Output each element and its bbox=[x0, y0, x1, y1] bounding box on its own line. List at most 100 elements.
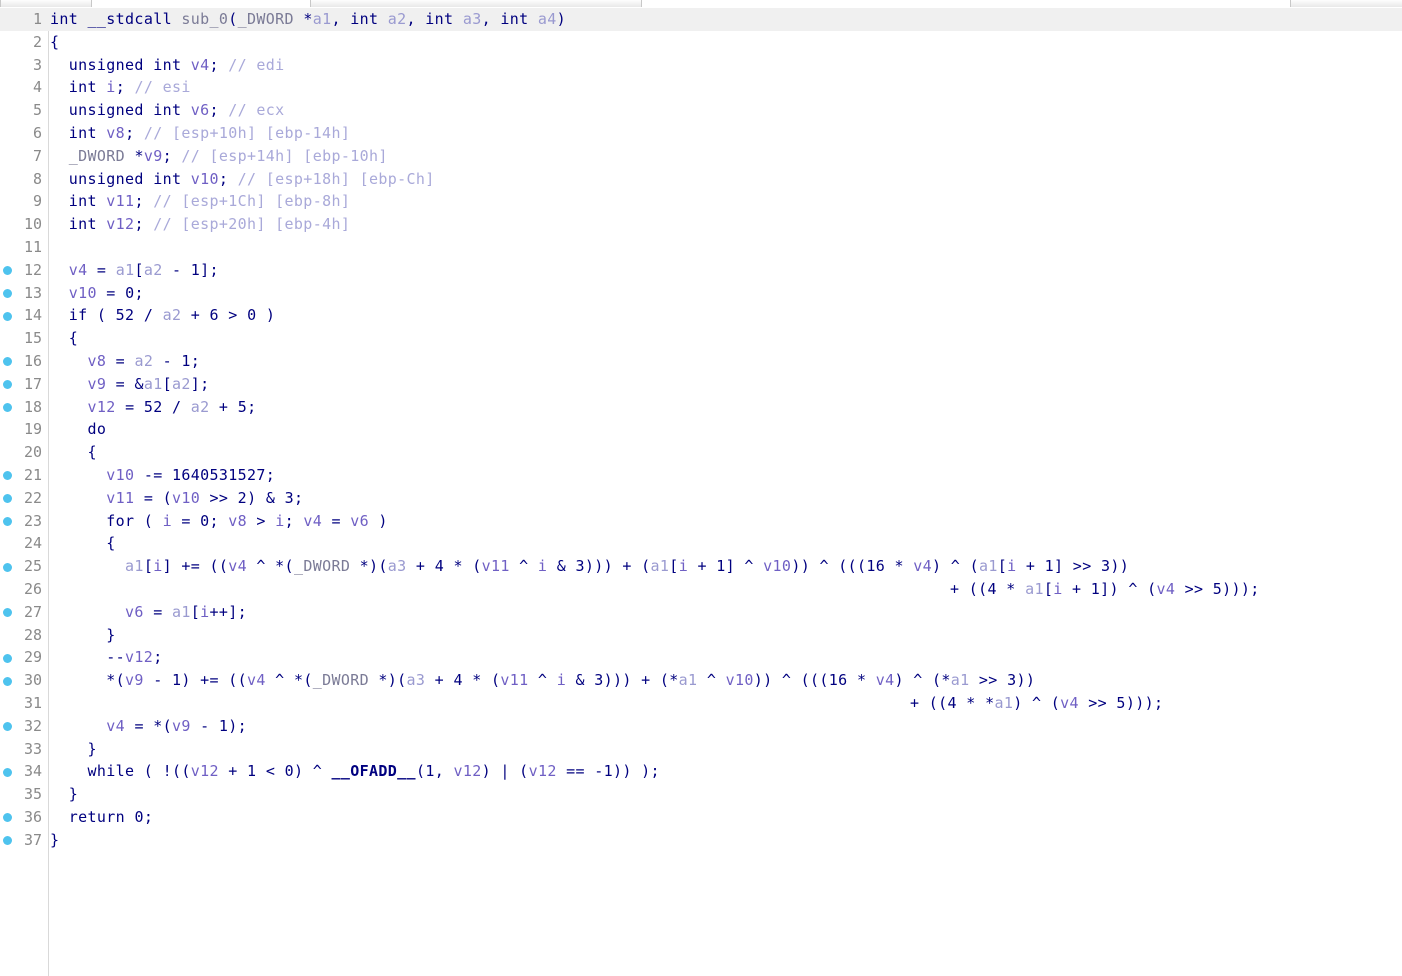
splitter-segment-2[interactable] bbox=[1290, 0, 1402, 7]
token-pun bbox=[50, 489, 106, 507]
line-text[interactable]: int i; // esi bbox=[50, 76, 191, 99]
line-text[interactable]: int v8; // [esp+10h] [ebp-14h] bbox=[50, 122, 350, 145]
token-pun: >> bbox=[1078, 693, 1117, 712]
token-pun: ]) ^ ( bbox=[1100, 579, 1157, 598]
line-text[interactable]: { bbox=[50, 31, 59, 54]
line-text[interactable]: unsigned int v6; // ecx bbox=[50, 99, 285, 122]
line-text[interactable]: return 0; bbox=[50, 806, 153, 829]
code-line[interactable]: 32 v4 = *(v9 - 1); bbox=[0, 715, 1402, 738]
token-pun: ; bbox=[284, 511, 304, 530]
code-lines-container[interactable]: 1 int __stdcall sub_0(_DWORD *a1, int a2,… bbox=[0, 8, 1402, 851]
line-text[interactable]: while ( !((v12 + 1 < 0) ^ __OFADD__(1, v… bbox=[50, 760, 660, 783]
code-line[interactable]: 21 v10 -= 1640531527; bbox=[0, 464, 1402, 487]
code-line[interactable]: 25 a1[i] += ((v4 ^ *(_DWORD *)(a3 + 4 * … bbox=[0, 555, 1402, 578]
line-text[interactable]: do bbox=[50, 418, 106, 441]
code-line[interactable]: 35 } bbox=[0, 783, 1402, 806]
line-text[interactable]: } bbox=[50, 829, 59, 852]
code-line[interactable]: 17 v9 = &a1[a2]; bbox=[0, 373, 1402, 396]
code-line[interactable]: 4 int i; // esi bbox=[0, 76, 1402, 99]
code-line[interactable]: 11 bbox=[0, 236, 1402, 259]
token-kw: do bbox=[50, 420, 107, 439]
line-text[interactable]: _DWORD *v9; // [esp+14h] [ebp-10h] bbox=[50, 145, 388, 168]
line-text[interactable]: + ((4 * *a1) ^ (v4 >> 5))); bbox=[910, 692, 1163, 715]
token-kw: int bbox=[50, 78, 107, 97]
line-text[interactable]: unsigned int v10; // [esp+18h] [ebp-Ch] bbox=[50, 168, 435, 191]
code-line[interactable]: 15 { bbox=[0, 327, 1402, 350]
line-text[interactable]: for ( i = 0; v8 > i; v4 = v6 ) bbox=[50, 510, 388, 533]
code-line[interactable]: 24 { bbox=[0, 532, 1402, 555]
line-text[interactable]: int v12; // [esp+20h] [ebp-4h] bbox=[50, 213, 350, 236]
line-text[interactable]: v6 = a1[i++]; bbox=[50, 601, 247, 624]
token-lvar: v10 bbox=[106, 465, 135, 484]
token-kw: int bbox=[425, 10, 463, 28]
token-pun: = ( bbox=[134, 488, 172, 507]
line-text[interactable]: v10 -= 1640531527; bbox=[50, 464, 275, 487]
line-text[interactable]: int __stdcall sub_0(_DWORD *a1, int a2, … bbox=[50, 8, 567, 31]
code-line[interactable]: 27 v6 = a1[i++]; bbox=[0, 601, 1402, 624]
code-line[interactable]: 29 --v12; bbox=[0, 646, 1402, 669]
token-num: 4 bbox=[453, 671, 463, 690]
code-line[interactable]: 18 v12 = 52 / a2 + 5; bbox=[0, 396, 1402, 419]
line-text[interactable]: v11 = (v10 >> 2) & 3; bbox=[50, 487, 303, 510]
code-line[interactable]: 6 int v8; // [esp+10h] [ebp-14h] bbox=[0, 122, 1402, 145]
code-line[interactable]: 36 return 0; bbox=[0, 806, 1402, 829]
code-line[interactable]: 33 } bbox=[0, 738, 1402, 761]
code-line[interactable]: 1 int __stdcall sub_0(_DWORD *a1, int a2,… bbox=[0, 8, 1402, 31]
token-pun bbox=[50, 603, 125, 621]
line-text[interactable]: v4 = *(v9 - 1); bbox=[50, 715, 247, 738]
code-line[interactable]: 5 unsigned int v6; // ecx bbox=[0, 99, 1402, 122]
code-line[interactable]: 30 *(v9 - 1) += ((v4 ^ *(_DWORD *)(a3 + … bbox=[0, 669, 1402, 692]
token-pun: ) += (( bbox=[181, 671, 248, 690]
line-text[interactable]: { bbox=[50, 327, 78, 350]
code-line[interactable]: 19 do bbox=[0, 418, 1402, 441]
token-lvar: i bbox=[200, 602, 210, 621]
line-text[interactable]: v12 = 52 / a2 + 5; bbox=[50, 396, 257, 419]
code-line[interactable]: 22 v11 = (v10 >> 2) & 3; bbox=[0, 487, 1402, 510]
code-line[interactable]: 14 if ( 52 / a2 + 6 > 0 ) bbox=[0, 304, 1402, 327]
line-text[interactable]: int v11; // [esp+1Ch] [ebp-8h] bbox=[50, 190, 350, 213]
code-line[interactable]: 7 _DWORD *v9; // [esp+14h] [ebp-10h] bbox=[0, 145, 1402, 168]
code-line[interactable]: 2{ bbox=[0, 31, 1402, 54]
token-pun: -= bbox=[134, 465, 172, 484]
code-line[interactable]: 13 v10 = 0; bbox=[0, 282, 1402, 305]
line-text[interactable]: v8 = a2 - 1; bbox=[50, 350, 200, 373]
splitter-segment-1[interactable] bbox=[310, 0, 642, 7]
line-text[interactable]: } bbox=[50, 738, 97, 761]
line-text[interactable]: + ((4 * a1[i + 1]) ^ (v4 >> 5))); bbox=[950, 578, 1260, 601]
token-lvar: i bbox=[556, 671, 567, 690]
code-line[interactable]: 12 v4 = a1[a2 - 1]; bbox=[0, 259, 1402, 282]
token-num: 0 bbox=[200, 511, 210, 530]
line-text[interactable]: unsigned int v4; // edi bbox=[50, 54, 285, 77]
line-text[interactable]: v9 = &a1[a2]; bbox=[50, 373, 210, 396]
token-pun: * bbox=[996, 579, 1026, 598]
code-line[interactable]: 9 int v11; // [esp+1Ch] [ebp-8h] bbox=[0, 190, 1402, 213]
line-text[interactable]: *(v9 - 1) += ((v4 ^ *(_DWORD *)(a3 + 4 *… bbox=[50, 669, 1035, 692]
code-line[interactable]: 28 } bbox=[0, 624, 1402, 647]
line-text[interactable]: if ( 52 / a2 + 6 > 0 ) bbox=[50, 304, 275, 327]
line-text[interactable]: } bbox=[50, 783, 78, 806]
code-line[interactable]: 37} bbox=[0, 829, 1402, 852]
line-text[interactable]: } bbox=[50, 624, 116, 647]
code-line[interactable]: 26 + ((4 * a1[i + 1]) ^ (v4 >> 5))); bbox=[0, 578, 1402, 601]
code-line[interactable]: 20 { bbox=[0, 441, 1402, 464]
code-line[interactable]: 10 int v12; // [esp+20h] [ebp-4h] bbox=[0, 213, 1402, 236]
code-line[interactable]: 31 + ((4 * *a1) ^ (v4 >> 5))); bbox=[0, 692, 1402, 715]
pseudocode-editor[interactable]: 1 int __stdcall sub_0(_DWORD *a1, int a2,… bbox=[0, 8, 1402, 976]
line-text[interactable]: a1[i] += ((v4 ^ *(_DWORD *)(a3 + 4 * (v1… bbox=[50, 555, 1129, 578]
code-line[interactable]: 16 v8 = a2 - 1; bbox=[0, 350, 1402, 373]
token-pun: ; bbox=[125, 123, 144, 142]
code-line[interactable]: 8 unsigned int v10; // [esp+18h] [ebp-Ch… bbox=[0, 168, 1402, 191]
splitter-segment-0[interactable] bbox=[0, 0, 92, 7]
line-text[interactable]: { bbox=[50, 441, 97, 464]
code-line[interactable]: 3 unsigned int v4; // edi bbox=[0, 54, 1402, 77]
line-text[interactable]: --v12; bbox=[50, 646, 163, 669]
code-line[interactable]: 23 for ( i = 0; v8 > i; v4 = v6 ) bbox=[0, 510, 1402, 533]
line-text[interactable]: v10 = 0; bbox=[50, 282, 144, 305]
token-num: 1 bbox=[1090, 579, 1101, 598]
line-text[interactable]: v4 = a1[a2 - 1]; bbox=[50, 259, 219, 282]
code-line[interactable]: 34 while ( !((v12 + 1 < 0) ^ __OFADD__(1… bbox=[0, 760, 1402, 783]
line-text[interactable]: { bbox=[50, 532, 116, 555]
token-num: 1 bbox=[171, 671, 182, 690]
token-arg: a3 bbox=[387, 557, 407, 576]
token-lvar: v11 bbox=[500, 671, 529, 690]
